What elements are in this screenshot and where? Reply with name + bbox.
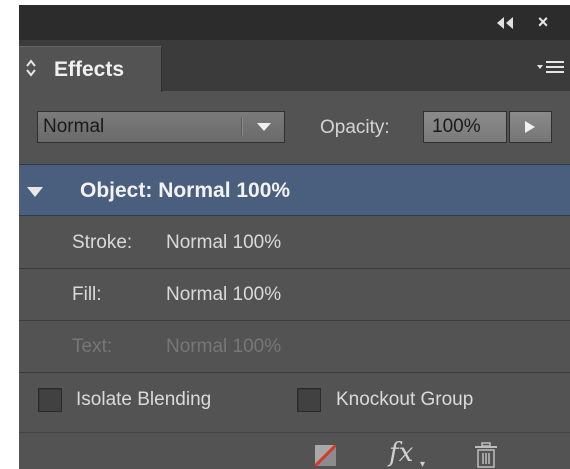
effect-row-stroke[interactable]: Stroke: Normal 100%: [19, 217, 570, 269]
blend-mode-value: Normal: [43, 116, 105, 137]
disclosure-triangle-icon[interactable]: [26, 186, 44, 198]
close-icon[interactable]: ×: [533, 12, 553, 32]
tab-effects[interactable]: Effects: [19, 46, 162, 92]
fx-label: fx: [389, 438, 414, 468]
double-chevron-left-icon[interactable]: [496, 16, 514, 30]
blend-mode-select[interactable]: Normal: [37, 111, 285, 143]
stroke-value: Normal 100%: [166, 232, 282, 253]
opacity-value: 100%: [432, 116, 481, 137]
knockout-group-label[interactable]: Knockout Group: [336, 389, 473, 411]
fx-button[interactable]: fx ▾: [389, 438, 431, 469]
opacity-slider-button[interactable]: [509, 111, 552, 143]
chevron-down-icon: ▾: [420, 459, 426, 469]
fill-label: Fill:: [72, 284, 102, 305]
effect-row-text: Text: Normal 100%: [19, 321, 570, 373]
text-label: Text:: [72, 336, 113, 357]
stroke-label: Stroke:: [72, 232, 133, 253]
play-right-icon: [525, 121, 535, 133]
effect-row-fill[interactable]: Fill: Normal 100%: [19, 269, 570, 321]
knockout-group-checkbox[interactable]: [297, 388, 321, 412]
panel-titlebar: ×: [19, 5, 570, 40]
dropdown-arrow-icon[interactable]: [256, 122, 272, 132]
isolate-blending-checkbox[interactable]: [38, 388, 62, 412]
clear-effects-icon[interactable]: [315, 445, 336, 466]
effects-panel: × Effects Normal Opacity: 100% Object: N…: [19, 5, 570, 469]
trash-icon[interactable]: [474, 442, 498, 468]
footer-divider: [19, 432, 570, 433]
expand-collapse-icon[interactable]: [25, 57, 37, 79]
opacity-input[interactable]: 100%: [423, 111, 507, 143]
object-label: Object: Normal 100%: [80, 179, 291, 202]
isolate-blending-label[interactable]: Isolate Blending: [76, 389, 211, 411]
opacity-label: Opacity:: [320, 117, 390, 138]
panel-menu-icon[interactable]: [537, 60, 565, 76]
tab-strip: Effects: [19, 40, 570, 92]
fill-value: Normal 100%: [166, 284, 282, 305]
tab-label: Effects: [54, 58, 125, 81]
effect-row-object[interactable]: Object: Normal 100%: [19, 164, 570, 216]
select-divider: [241, 118, 243, 136]
text-value: Normal 100%: [166, 336, 282, 357]
